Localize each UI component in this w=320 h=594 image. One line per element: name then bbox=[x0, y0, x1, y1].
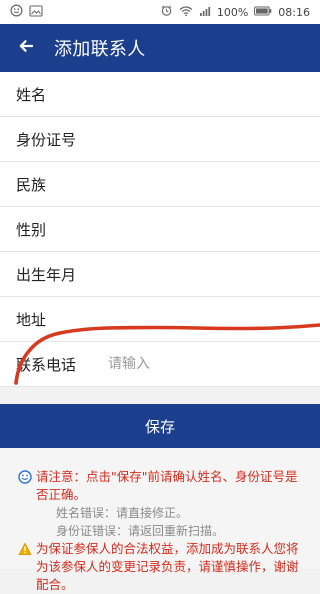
phone-field[interactable]: 联系电话 bbox=[0, 342, 320, 387]
address-label: 地址 bbox=[16, 310, 47, 329]
notice-warning-line: 为保证参保人的合法权益，添加成为联系人您将为该参保人的变更记录负责，请谨慎操作，… bbox=[18, 540, 306, 594]
save-button[interactable]: 保存 bbox=[0, 404, 320, 448]
notice-primary-line: 请注意：点击"保存"前请确认姓名、身份证号是否正确。 bbox=[18, 468, 306, 504]
name-error-text: 姓名错误：请直接修正。 bbox=[56, 506, 189, 520]
battery-icon bbox=[254, 6, 272, 19]
page-title: 添加联系人 bbox=[54, 39, 146, 60]
status-bar: 100% 08:16 bbox=[0, 0, 320, 24]
name-label: 姓名 bbox=[16, 85, 47, 104]
ethnicity-label: 民族 bbox=[16, 175, 47, 194]
status-left-icons bbox=[10, 4, 43, 20]
address-field[interactable]: 地址 bbox=[0, 297, 320, 342]
warning-icon bbox=[18, 542, 32, 556]
status-right-icons: 100% 08:16 bbox=[160, 4, 310, 20]
image-icon bbox=[29, 4, 43, 20]
notice-primary-text: 请注意：点击"保存"前请确认姓名、身份证号是否正确。 bbox=[36, 469, 298, 502]
id-number-field[interactable]: 身份证号 bbox=[0, 117, 320, 162]
back-arrow-icon bbox=[16, 36, 36, 60]
id-error-text: 身份证错误：请返回重新扫描。 bbox=[56, 524, 225, 538]
id-number-label: 身份证号 bbox=[16, 130, 77, 149]
form-spacer bbox=[0, 387, 320, 404]
gender-field[interactable]: 性别 bbox=[0, 207, 320, 252]
smile-info-icon bbox=[18, 470, 32, 484]
ethnicity-field[interactable]: 民族 bbox=[0, 162, 320, 207]
notice-warning-text: 为保证参保人的合法权益，添加成为联系人您将为该参保人的变更记录负责，请谨慎操作，… bbox=[36, 541, 299, 592]
smile-icon bbox=[10, 4, 23, 20]
phone-label: 联系电话 bbox=[16, 355, 77, 374]
wifi-icon bbox=[179, 5, 193, 20]
battery-percent: 100% bbox=[216, 5, 249, 19]
app-bar: 添加联系人 bbox=[0, 24, 320, 72]
birth-date-label: 出生年月 bbox=[16, 265, 77, 284]
contact-form: 姓名 身份证号 民族 性别 出生年月 地址 联系电话 bbox=[0, 72, 320, 387]
signal-icon bbox=[199, 5, 211, 20]
birth-date-field[interactable]: 出生年月 bbox=[0, 252, 320, 297]
notice-panel: 请注意：点击"保存"前请确认姓名、身份证号是否正确。 姓名错误：请直接修正。 身… bbox=[0, 448, 320, 592]
time: 08:16 bbox=[278, 5, 310, 19]
back-button[interactable] bbox=[12, 34, 40, 62]
name-field[interactable]: 姓名 bbox=[0, 72, 320, 117]
gender-label: 性别 bbox=[16, 220, 47, 239]
phone-input[interactable] bbox=[106, 355, 281, 373]
alarm-icon bbox=[160, 4, 173, 20]
